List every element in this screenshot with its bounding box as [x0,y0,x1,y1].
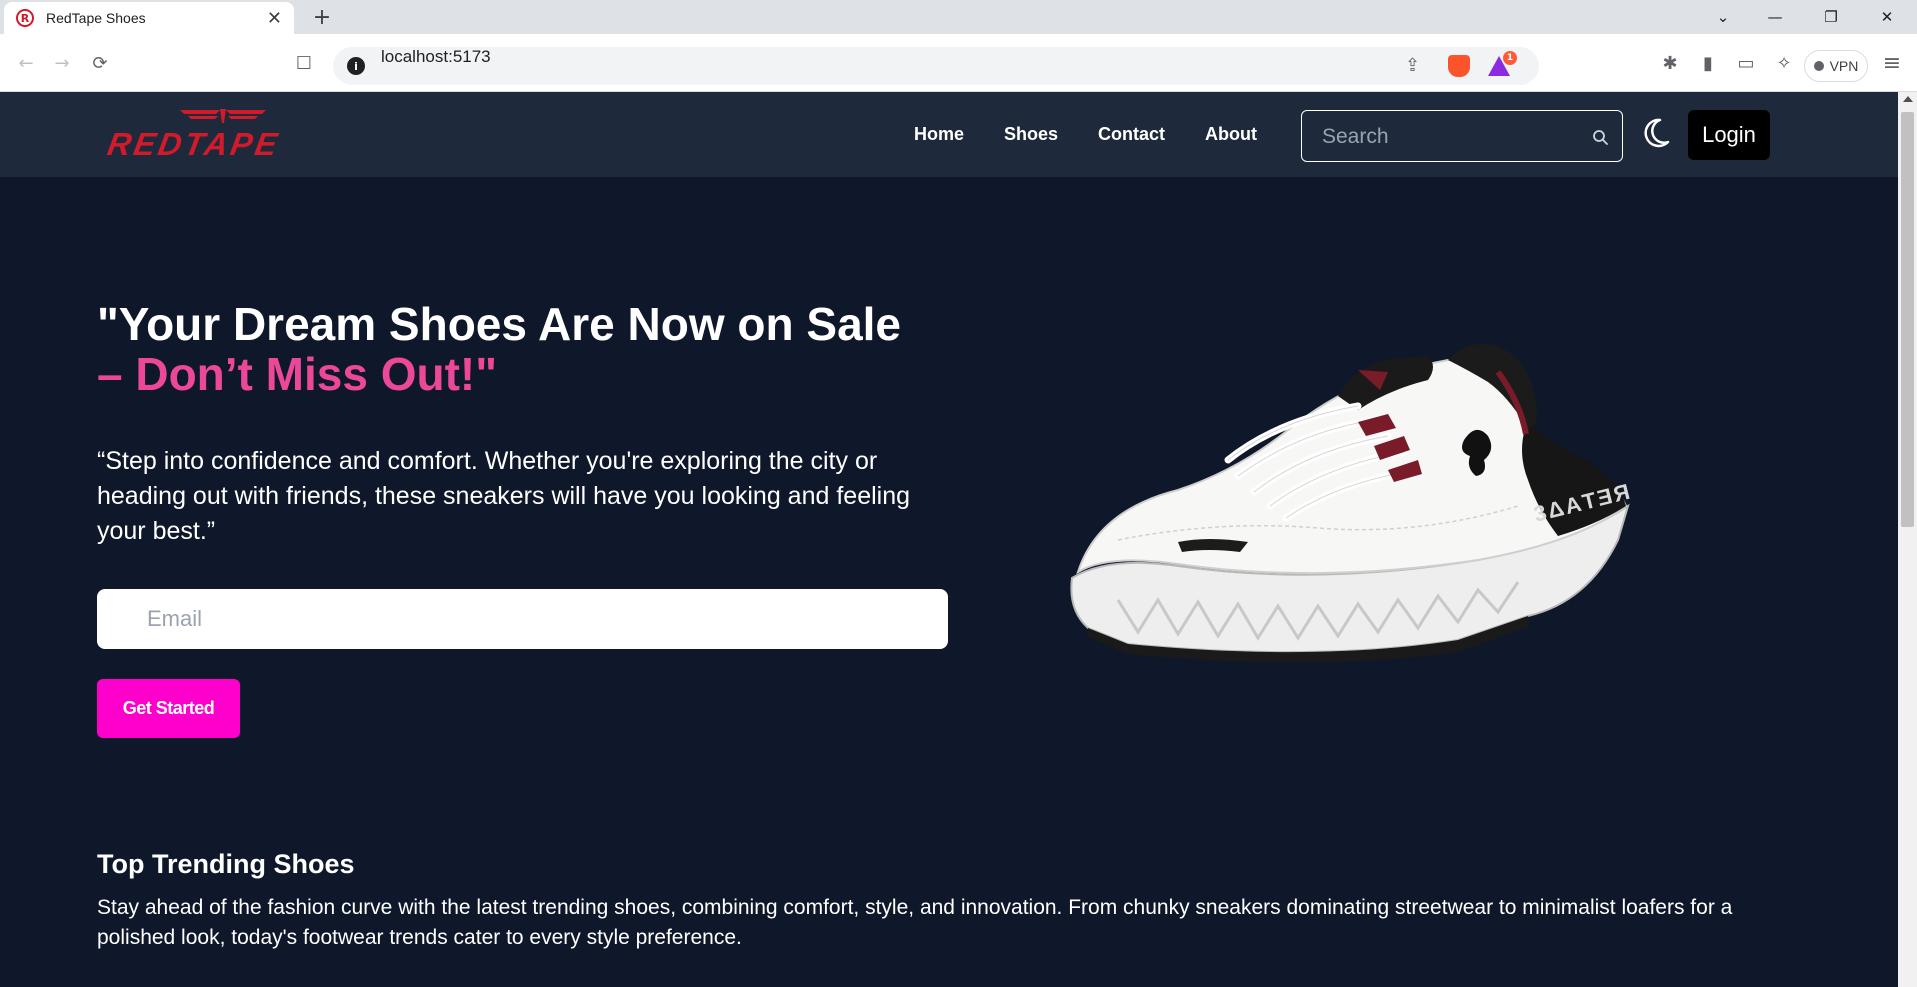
tab-title: RedTape Shoes [46,10,146,26]
page-viewport: REDTAPE Home Shoes Contact About Login "… [0,92,1898,987]
trending-description: Stay ahead of the fashion curve with the… [97,896,1733,949]
hero-title: "Your Dream Shoes Are Now on Sale – Don’… [97,299,937,399]
search-box [1301,110,1623,162]
vpn-label: VPN [1829,58,1859,74]
nav-home[interactable]: Home [914,124,964,145]
main-nav: Home Shoes Contact About [914,92,1257,177]
get-started-button[interactable]: Get Started [97,679,240,738]
search-input[interactable] [1316,123,1578,151]
wallet-icon[interactable]: ▭ [1730,34,1762,92]
redtape-favicon-icon: R [16,9,34,27]
trending-title: Top Trending Shoes [97,849,355,879]
restore-button[interactable]: ❐ [1808,0,1854,34]
tab-search-dropdown-icon[interactable]: ⌄ [1700,0,1746,34]
nav-about[interactable]: About [1205,124,1257,145]
menu-icon[interactable]: ≡ [1876,34,1908,92]
vpn-button[interactable]: VPN [1804,50,1868,82]
nav-contact[interactable]: Contact [1098,124,1165,145]
moon-icon[interactable] [1638,112,1674,156]
browser-tab[interactable]: R RedTape Shoes ✕ [4,2,294,34]
nav-shoes[interactable]: Shoes [1004,124,1058,145]
hero-subtitle: “Step into confidence and comfort. Wheth… [97,447,911,545]
close-window-button[interactable]: ✕ [1864,0,1910,34]
page-scrollbar[interactable] [1898,92,1917,987]
email-field[interactable] [97,589,948,649]
share-icon[interactable]: ⇪ [1405,55,1420,76]
redtape-logo[interactable]: REDTAPE [104,106,338,164]
vpn-status-icon [1813,61,1824,71]
site-info-icon[interactable]: i [347,57,365,75]
sidebar-icon[interactable]: ▮ [1692,34,1724,92]
address-bar[interactable]: i localhost:5173 ⇪ 1 [333,47,1539,85]
scrollbar-thumb[interactable] [1901,112,1914,527]
close-tab-icon[interactable]: ✕ [267,8,282,29]
leo-ai-icon[interactable]: ✧ [1768,34,1800,92]
reload-icon[interactable]: ⟳ [84,34,116,92]
hero-title-accent: – Don’t Miss Out!" [97,348,498,400]
logo-text: REDTAPE [104,126,283,162]
logo-wings-icon [180,109,266,123]
login-button[interactable]: Login [1688,110,1770,160]
search-icon[interactable] [1588,125,1612,149]
url-text[interactable]: localhost:5173 [381,47,491,85]
forward-icon[interactable]: → [46,34,78,92]
back-icon[interactable]: ← [10,34,42,92]
sneaker-image: 3ΔΑTƎЯ [1070,343,1634,663]
new-tab-button[interactable]: + [308,2,336,32]
scroll-up-arrow-icon[interactable] [1903,96,1913,102]
site-navbar: REDTAPE Home Shoes Contact About Login [0,92,1898,177]
rewards-badge: 1 [1503,51,1517,65]
minimize-button[interactable]: — [1752,0,1798,34]
extensions-icon[interactable]: ✱ [1654,34,1686,92]
brave-shields-icon[interactable] [1448,55,1470,77]
browser-tab-bar: R RedTape Shoes ✕ + ⌄ — ❐ ✕ [0,0,1917,34]
bookmark-icon[interactable]: ☐ [288,34,320,92]
hero-title-line1: "Your Dream Shoes Are Now on Sale [97,298,902,350]
